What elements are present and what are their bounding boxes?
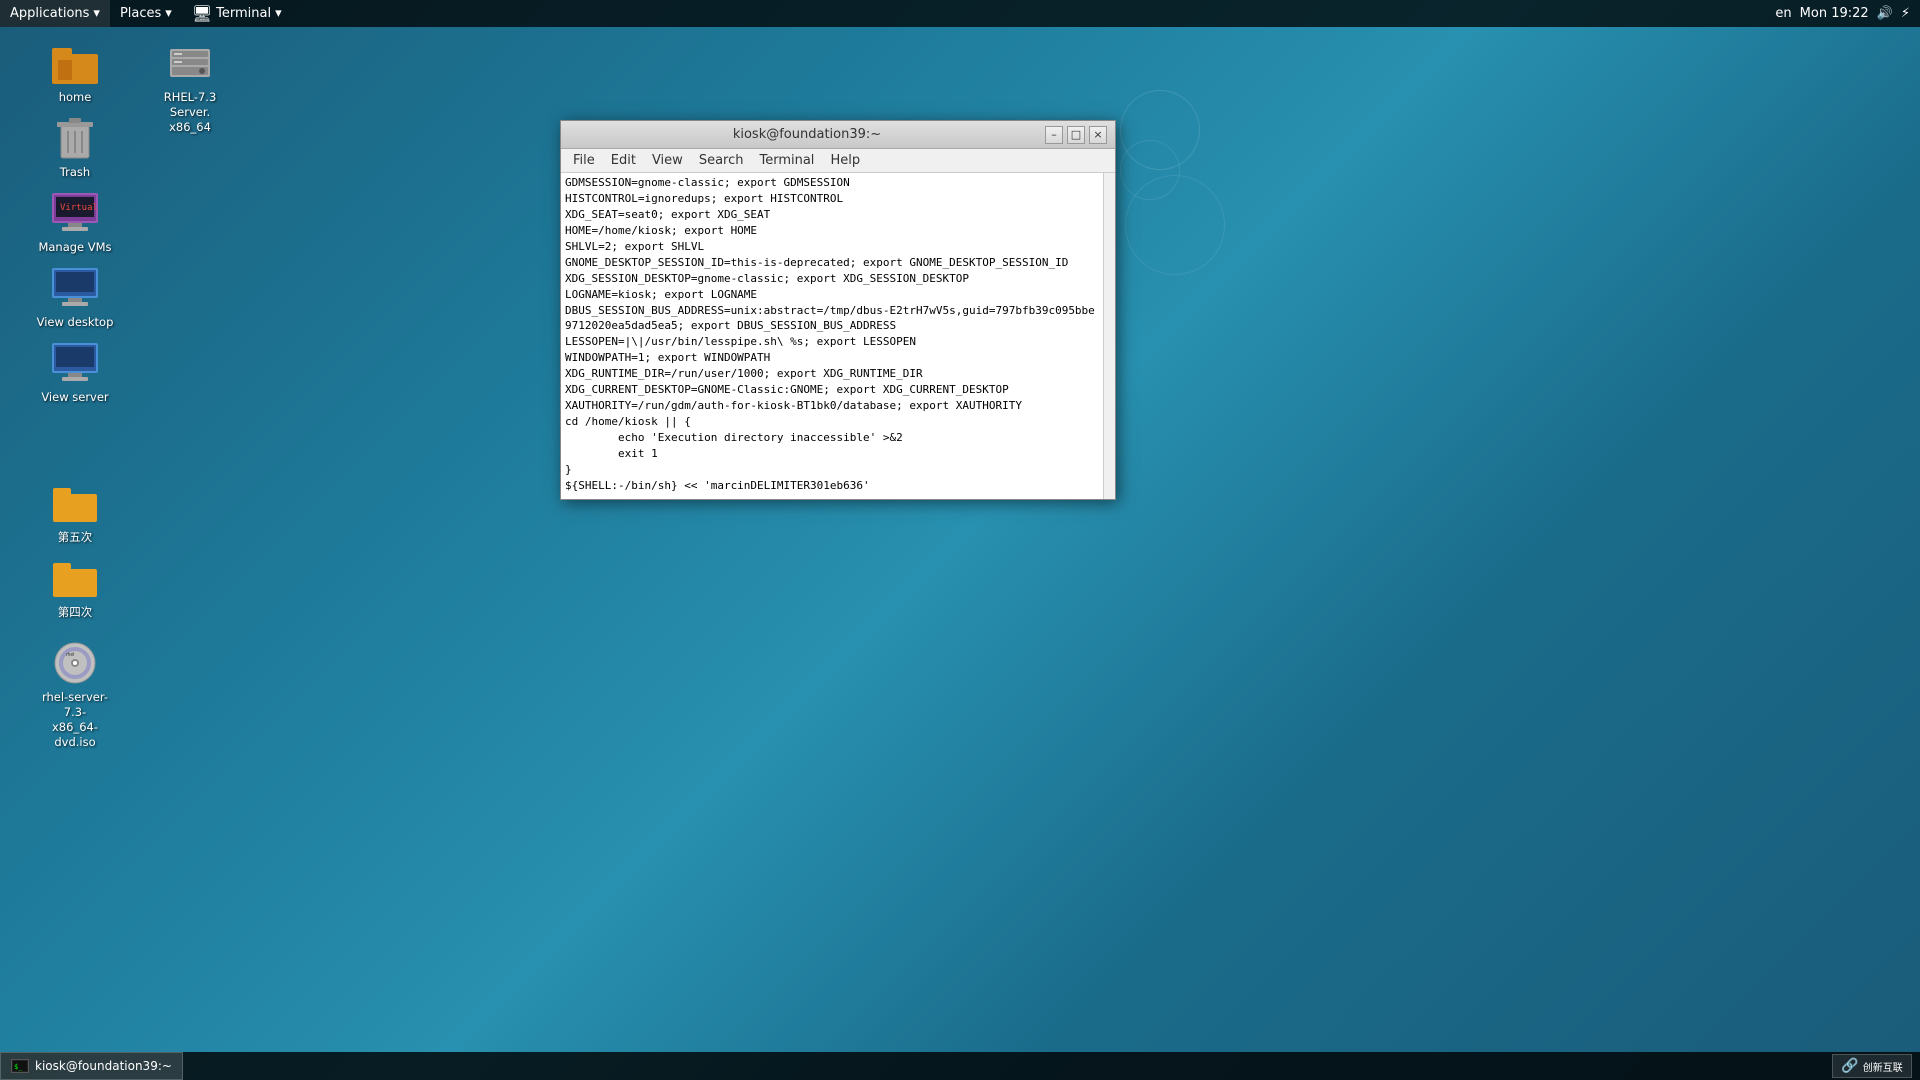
desktop-icon-trash[interactable]: Trash	[30, 110, 120, 184]
top-panel: Applications ▾ Places ▾ 🖥 Terminal ▾ en …	[0, 0, 1920, 27]
term-line: LOGNAME=kiosk; export LOGNAME	[565, 287, 1097, 303]
maximize-button[interactable]: □	[1067, 126, 1085, 144]
home-folder-icon	[51, 39, 99, 87]
view-server-label: View server	[41, 390, 108, 405]
term-line: LESSOPEN=|\|/usr/bin/lesspipe.sh\ %s; ex…	[565, 334, 1097, 350]
term-line: }	[565, 462, 1097, 478]
trash-label: Trash	[60, 165, 90, 180]
term-line: XDG_SESSION_DESKTOP=gnome-classic; expor…	[565, 271, 1097, 287]
manage-vms-label: Manage VMs	[38, 240, 111, 255]
svg-text:rhel: rhel	[66, 652, 74, 658]
term-line: DBUS_SESSION_BUS_ADDRESS=unix:abstract=/…	[565, 303, 1097, 319]
term-line: echo 'Execution directory inaccessible' …	[565, 430, 1097, 446]
volume-icon[interactable]: 🔊	[1877, 6, 1893, 21]
brand-icon: 🔗	[1841, 1058, 1858, 1074]
term-line: SHLVL=2; export SHLVL	[565, 239, 1097, 255]
taskbar-terminal-label: kiosk@foundation39:~	[35, 1059, 172, 1073]
term-line: HOME=/home/kiosk; export HOME	[565, 223, 1097, 239]
dvd-iso-icon: rhel	[51, 639, 99, 687]
places-label: Places	[120, 6, 161, 21]
terminal-label: Terminal	[216, 6, 271, 21]
desktop-icon-fourth-folder[interactable]: 第四次	[30, 550, 120, 624]
svg-text:$_: $_	[14, 1063, 23, 1071]
terminal-body[interactable]: GDMSESSION=gnome-classic; export GDMSESS…	[561, 173, 1115, 499]
term-line: GDMSESSION=gnome-classic; export GDMSESS…	[565, 175, 1097, 191]
term-line: XDG_RUNTIME_DIR=/run/user/1000; export X…	[565, 366, 1097, 382]
menu-file[interactable]: File	[565, 149, 603, 172]
home-icon-label: home	[59, 90, 92, 105]
terminal-window: kiosk@foundation39:~ – □ × File Edit Vie…	[560, 120, 1116, 500]
term-line: ${SHELL:-/bin/sh} << 'marcinDELIMITER301…	[565, 478, 1097, 494]
desktop-icon-rhel-dvd[interactable]: rhel rhel-server-7.3-x86_64-dvd.iso	[30, 635, 120, 754]
applications-menu[interactable]: Applications ▾	[0, 0, 110, 27]
vm-icon: VirtualBox	[51, 189, 99, 237]
brand-logo: 🔗 创新互联	[1832, 1054, 1912, 1078]
desktop-icon-view-desktop[interactable]: View desktop	[30, 260, 120, 334]
panel-left: Applications ▾ Places ▾ 🖥 Terminal ▾	[0, 0, 292, 27]
term-line: exit 1	[565, 446, 1097, 462]
fourth-folder-label: 第四次	[58, 605, 93, 620]
applications-label: Applications	[10, 6, 89, 21]
fifth-folder-label: 第五次	[58, 530, 93, 545]
desktop-icon-manage-vms[interactable]: VirtualBox Manage VMs	[30, 185, 120, 259]
term-line: XAUTHORITY=/run/gdm/auth-for-kiosk-BT1bk…	[565, 398, 1097, 414]
term-line: 9712020ea5dad5ea5; export DBUS_SESSION_B…	[565, 318, 1097, 334]
fourth-folder-icon	[51, 554, 99, 602]
places-menu[interactable]: Places ▾	[110, 0, 182, 27]
menu-terminal[interactable]: Terminal	[751, 149, 822, 172]
term-line: XDG_CURRENT_DESKTOP=GNOME-Classic:GNOME;…	[565, 382, 1097, 398]
terminal-title: kiosk@foundation39:~	[569, 127, 1045, 142]
desktop-icon-fifth-folder[interactable]: 第五次	[30, 475, 120, 549]
term-line: GNOME_DESKTOP_SESSION_ID=this-is-depreca…	[565, 255, 1097, 271]
view-desktop-label: View desktop	[37, 315, 114, 330]
battery-icon: ⚡	[1901, 6, 1910, 21]
rhel-server-label: RHEL-7.3 Server.x86_64	[149, 90, 231, 135]
terminal-menubar: File Edit View Search Terminal Help	[561, 149, 1115, 173]
places-arrow: ▾	[165, 6, 172, 21]
brand-name: 创新互联	[1863, 1059, 1903, 1074]
menu-help[interactable]: Help	[822, 149, 868, 172]
close-button[interactable]: ×	[1089, 126, 1107, 144]
server-cd-icon	[166, 39, 214, 87]
menu-edit[interactable]: Edit	[603, 149, 644, 172]
terminal-titlebar: kiosk@foundation39:~ – □ ×	[561, 121, 1115, 149]
desktop-icon-view-server[interactable]: View server	[30, 335, 120, 409]
minimize-button[interactable]: –	[1045, 126, 1063, 144]
terminal-arrow: ▾	[275, 6, 282, 21]
term-line: XDG_SEAT=seat0; export XDG_SEAT	[565, 207, 1097, 223]
svg-text:VirtualBox: VirtualBox	[60, 203, 98, 213]
view-server-icon	[51, 339, 99, 387]
locale-indicator: en	[1775, 6, 1791, 21]
term-line: cd /home/kiosk || {	[565, 414, 1097, 430]
taskbar-terminal-item[interactable]: $_ kiosk@foundation39:~	[0, 1052, 183, 1080]
trash-icon	[51, 114, 99, 162]
desktop: Applications ▾ Places ▾ 🖥 Terminal ▾ en …	[0, 0, 1920, 1080]
desktop-icon-home[interactable]: home	[30, 35, 120, 109]
term-line: touch file1	[565, 494, 1097, 497]
clock: Mon 19:22	[1800, 6, 1869, 21]
taskbar-terminal-icon: $_	[11, 1059, 29, 1073]
applications-arrow: ▾	[93, 6, 100, 21]
terminal-scrollbar[interactable]	[1103, 173, 1115, 499]
terminal-menu[interactable]: 🖥 Terminal ▾	[182, 0, 292, 27]
panel-right: en Mon 19:22 🔊 ⚡	[1765, 0, 1920, 27]
desktop-icon-rhel-server[interactable]: RHEL-7.3 Server.x86_64	[145, 35, 235, 139]
taskbar: $_ kiosk@foundation39:~ 🔗 创新互联	[0, 1052, 1920, 1080]
fifth-folder-icon	[51, 479, 99, 527]
titlebar-buttons: – □ ×	[1045, 126, 1107, 144]
taskbar-right: 🔗 创新互联	[1824, 1052, 1920, 1080]
terminal-content: GDMSESSION=gnome-classic; export GDMSESS…	[565, 175, 1111, 497]
term-line: WINDOWPATH=1; export WINDOWPATH	[565, 350, 1097, 366]
menu-view[interactable]: View	[644, 149, 691, 172]
rhel-dvd-label: rhel-server-7.3-x86_64-dvd.iso	[34, 690, 116, 750]
view-desktop-icon	[51, 264, 99, 312]
term-line: HISTCONTROL=ignoredups; export HISTCONTR…	[565, 191, 1097, 207]
menu-search[interactable]: Search	[691, 149, 752, 172]
